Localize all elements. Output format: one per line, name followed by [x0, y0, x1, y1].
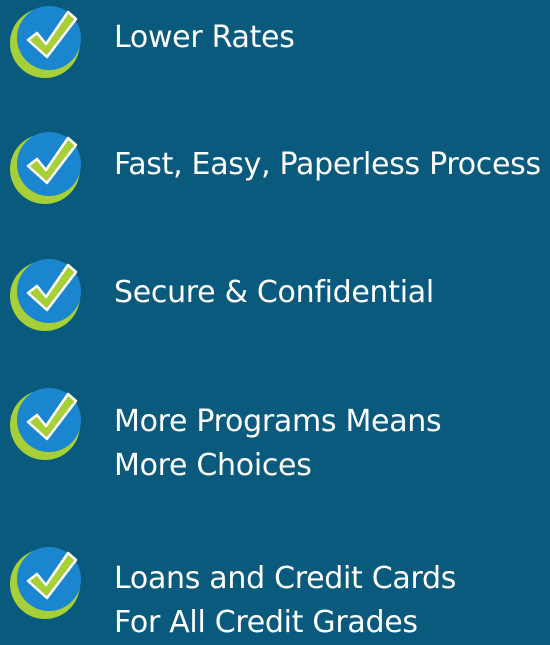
checkmark-badge-icon — [4, 253, 86, 335]
checkmark-badge-icon — [4, 541, 86, 623]
feature-line: For All Credit Grades — [114, 605, 418, 640]
feature-text: Secure & Confidential — [114, 271, 550, 315]
feature-text: Loans and Credit Cards For All Credit Gr… — [114, 557, 550, 645]
feature-text: Lower Rates — [114, 16, 550, 60]
feature-line: More Programs Means — [114, 404, 442, 439]
feature-line: Lower Rates — [114, 20, 295, 55]
feature-line: Fast, Easy, Paperless Process — [114, 147, 541, 182]
feature-text: Fast, Easy, Paperless Process — [114, 143, 550, 187]
feature-line: Secure & Confidential — [114, 275, 434, 310]
checkmark-badge-icon — [4, 126, 86, 208]
checkmark-badge-icon — [4, 0, 86, 82]
feature-line: Loans and Credit Cards — [114, 561, 457, 596]
feature-line: More Choices — [114, 448, 312, 483]
feature-list: Lower Rates Fast, Easy, Paperless Proces… — [0, 0, 550, 640]
checkmark-badge-icon — [4, 382, 86, 464]
feature-text: More Programs Means More Choices — [114, 400, 550, 488]
